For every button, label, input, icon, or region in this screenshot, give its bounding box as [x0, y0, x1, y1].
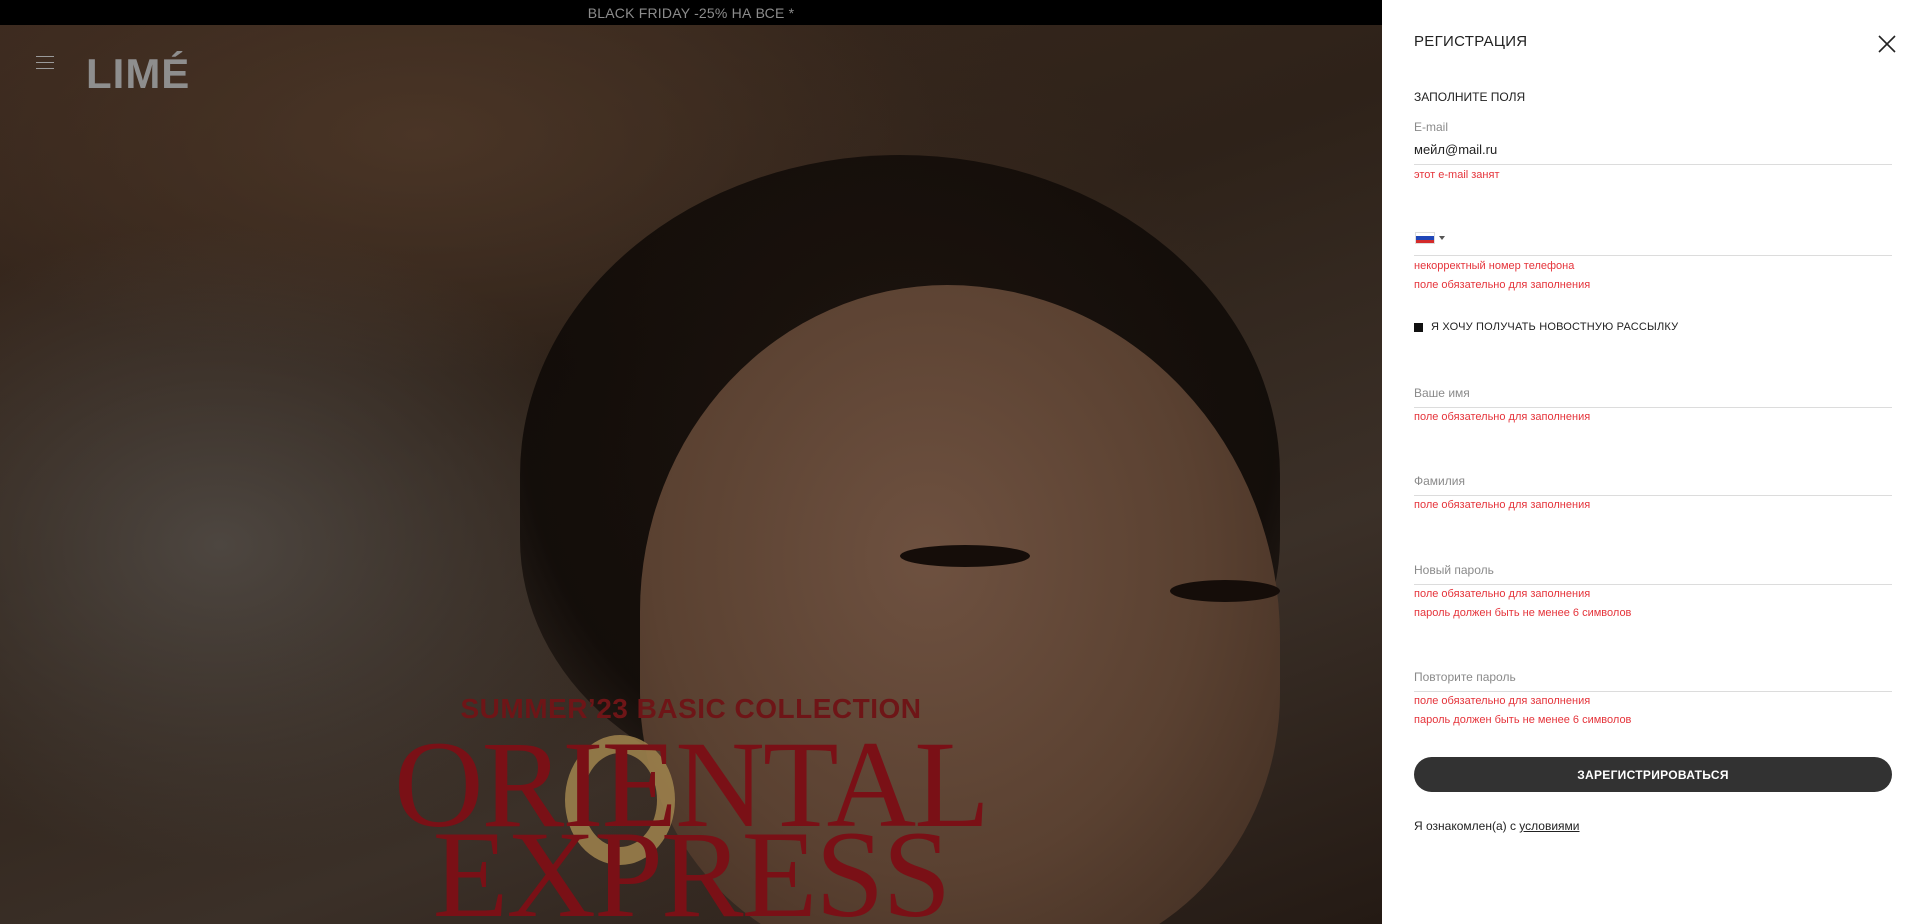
password-error: пароль должен быть не менее 6 символов — [1414, 607, 1632, 619]
last-name-label: Фамилия — [1414, 474, 1465, 488]
registration-panel: РЕГИСТРАЦИЯ ЗАПОЛНИТЕ ПОЛЯ E-mail мейл@m… — [1382, 0, 1920, 924]
hero-title[interactable]: ORIENTAL EXPRESS — [0, 723, 1382, 924]
hero-photo-eye — [1170, 580, 1280, 602]
country-selector[interactable] — [1415, 232, 1892, 244]
first-name-error: поле обязательно для заполнения — [1414, 411, 1591, 423]
field-underline — [1414, 164, 1892, 165]
phone-error: поле обязательно для заполнения — [1414, 279, 1591, 291]
checkbox-checked-icon[interactable] — [1414, 322, 1423, 332]
field-underline — [1414, 255, 1892, 256]
menu-icon[interactable] — [36, 56, 54, 70]
russia-flag-icon — [1415, 232, 1435, 244]
email-label: E-mail — [1414, 120, 1449, 134]
newsletter-label: Я ХОЧУ ПОЛУЧАТЬ НОВОСТНУЮ РАССЫЛКУ — [1431, 321, 1679, 333]
password-error: поле обязательно для заполнения — [1414, 588, 1591, 600]
password-repeat-error: пароль должен быть не менее 6 символов — [1414, 714, 1632, 726]
password-repeat-field[interactable]: Повторите пароль поле обязательно для за… — [1414, 670, 1892, 732]
hero-photo-eye — [900, 545, 1030, 567]
first-name-label: Ваше имя — [1414, 386, 1470, 400]
password-label: Новый пароль — [1414, 563, 1494, 577]
terms-text: Я ознакомлен(а) с условиями — [1414, 819, 1580, 833]
register-button[interactable]: ЗАРЕГИСТРИРОВАТЬСЯ — [1414, 757, 1892, 792]
phone-field[interactable]: некорректный номер телефона поле обязате… — [1414, 232, 1892, 292]
password-repeat-label: Повторите пароль — [1414, 670, 1516, 684]
phone-error: некорректный номер телефона — [1414, 260, 1575, 272]
first-name-field[interactable]: Ваше имя поле обязательно для заполнения — [1414, 386, 1892, 430]
last-name-field[interactable]: Фамилия поле обязательно для заполнения — [1414, 474, 1892, 518]
password-repeat-error: поле обязательно для заполнения — [1414, 695, 1591, 707]
promo-banner[interactable]: BLACK FRIDAY -25% НА ВСЕ * — [0, 0, 1382, 25]
last-name-error: поле обязательно для заполнения — [1414, 499, 1591, 511]
newsletter-checkbox[interactable]: Я ХОЧУ ПОЛУЧАТЬ НОВОСТНУЮ РАССЫЛКУ — [1414, 321, 1678, 333]
terms-link[interactable]: условиями — [1519, 819, 1579, 833]
caret-down-icon — [1439, 236, 1445, 240]
close-icon[interactable] — [1878, 35, 1896, 53]
form-subheading: ЗАПОЛНИТЕ ПОЛЯ — [1414, 90, 1526, 104]
password-field[interactable]: Новый пароль поле обязательно для заполн… — [1414, 563, 1892, 625]
site-logo[interactable]: LIMÉ — [86, 50, 190, 98]
terms-prefix: Я ознакомлен(а) с — [1414, 819, 1520, 833]
panel-title: РЕГИСТРАЦИЯ — [1414, 33, 1528, 50]
email-input[interactable]: мейл@mail.ru — [1414, 142, 1892, 157]
email-error: этот e-mail занят — [1414, 169, 1500, 181]
hero-title-line: EXPRESS — [432, 806, 952, 924]
email-field[interactable]: E-mail мейл@mail.ru этот e-mail занят — [1414, 120, 1892, 181]
